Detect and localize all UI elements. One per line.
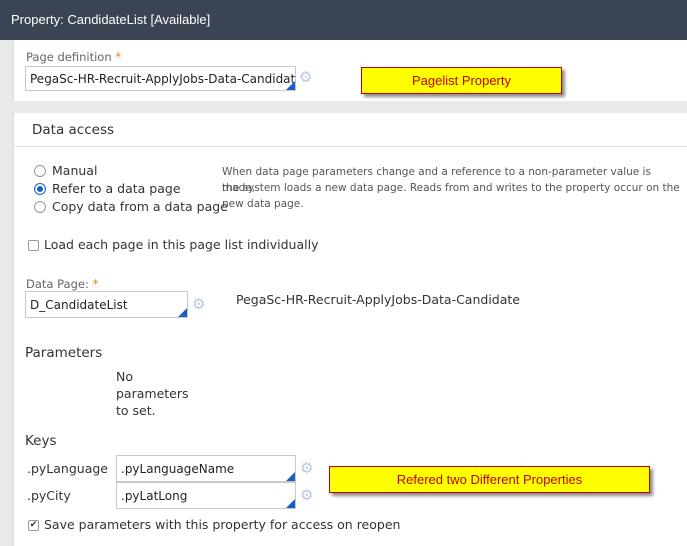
load-each-label[interactable]: Load each page in this page list individ… — [44, 237, 318, 252]
data-page-value: D_CandidateList — [30, 297, 128, 312]
radio-refer-label[interactable]: Refer to a data page — [52, 181, 181, 196]
required-mark: * — [92, 277, 99, 291]
parameters-empty-2: parameters — [116, 386, 189, 401]
radio-refer-data-page[interactable] — [34, 183, 46, 195]
key-value-language: .pyLanguageName — [121, 461, 235, 476]
gear-icon[interactable]: ⚙ — [300, 461, 313, 476]
data-page-class: PegaSc-HR-Recruit-ApplyJobs-Data-Candida… — [236, 292, 520, 307]
key-value-city-input[interactable]: .pyLatLong — [116, 482, 296, 509]
dropdown-corner-icon — [286, 472, 295, 481]
radio-copy-data-page[interactable] — [34, 201, 46, 213]
page-definition-value: PegaSc-HR-Recruit-ApplyJobs-Data-Candida… — [30, 71, 296, 86]
key-value-language-input[interactable]: .pyLanguageName — [116, 455, 296, 482]
radio-manual-label[interactable]: Manual — [52, 163, 97, 178]
help-line-2: the system loads a new data page. Reads … — [222, 182, 680, 194]
dropdown-corner-icon — [178, 308, 187, 317]
data-page-input[interactable]: D_CandidateList — [25, 291, 188, 318]
load-each-checkbox[interactable] — [28, 240, 39, 251]
key-value-city: .pyLatLong — [121, 488, 188, 503]
left-gutter — [0, 40, 13, 546]
dropdown-corner-icon — [286, 81, 295, 90]
window-title: Property: CandidateList [Available] — [0, 0, 687, 40]
gear-icon[interactable]: ⚙ — [299, 70, 312, 85]
save-parameters-checkbox[interactable]: ✔ — [28, 520, 39, 531]
data-page-label: Data Page: * — [26, 277, 99, 291]
help-line-3: new data page. — [222, 198, 304, 210]
save-parameters-label[interactable]: Save parameters with this property for a… — [44, 517, 400, 532]
key-name-language: .pyLanguage — [27, 461, 108, 476]
parameters-heading: Parameters — [25, 345, 103, 361]
gear-icon[interactable]: ⚙ — [192, 297, 205, 312]
checkmark-icon: ✔ — [29, 520, 38, 530]
parameters-empty-3: to set. — [116, 403, 156, 418]
gear-icon[interactable]: ⚙ — [300, 488, 313, 503]
section-divider — [0, 101, 687, 113]
pagelist-callout: Pagelist Property — [361, 67, 562, 94]
radio-manual[interactable] — [34, 165, 46, 177]
key-name-city: .pyCity — [27, 488, 71, 503]
heading-separator — [13, 146, 687, 147]
parameters-empty-1: No — [116, 369, 133, 384]
page-definition-input[interactable]: PegaSc-HR-Recruit-ApplyJobs-Data-Candida… — [25, 66, 296, 91]
radio-copy-label[interactable]: Copy data from a data page — [52, 199, 228, 214]
dropdown-corner-icon — [286, 499, 295, 508]
data-access-heading: Data access — [32, 122, 115, 138]
page-definition-label: Page definition * — [26, 50, 122, 64]
required-mark: * — [115, 50, 122, 64]
keys-heading: Keys — [25, 433, 57, 449]
refered-callout: Refered two Different Properties — [329, 466, 650, 493]
